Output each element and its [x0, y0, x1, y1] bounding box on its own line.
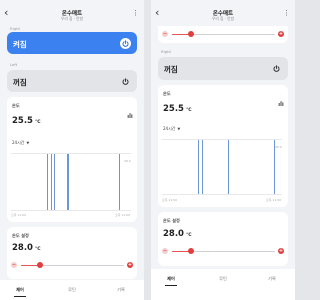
chart-bar [54, 154, 56, 210]
range-label: 24시간 [163, 126, 176, 131]
setpoint-number: 28.0 [163, 229, 184, 239]
page-subtitle: 우리 집 · 안방 [211, 16, 235, 21]
increase-button[interactable]: + [278, 248, 284, 254]
range-selector[interactable]: 24시간 ▼ [163, 126, 180, 132]
setpoint-slider-knob[interactable] [187, 31, 194, 37]
nav-active-indicator [165, 285, 177, 287]
power-icon [273, 65, 280, 72]
setpoint-title: 온도 설정 [12, 233, 29, 238]
right-section-label: Right [161, 49, 171, 54]
temperature-title: 온도 [12, 103, 20, 108]
power-icon [122, 77, 129, 85]
chart-bar [201, 140, 203, 194]
phone-screen-right: ‹ 온수매트 우리 집 · 안방 ⋮ − + Right 꺼짐 온도 25.5 °… [151, 0, 295, 300]
nav-tab-routine[interactable]: 루틴 [57, 287, 87, 293]
chart-gridline [11, 153, 131, 154]
temperature-unit: °C [185, 108, 192, 113]
nav-active-indicator [14, 296, 26, 298]
page-subtitle: 우리 집 · 안방 [60, 16, 84, 21]
temperature-unit: °C [34, 120, 41, 125]
decrease-button[interactable]: − [162, 31, 168, 37]
chart-icon[interactable] [278, 91, 284, 106]
temperature-chart [11, 153, 131, 211]
temperature-card: 온도 25.5 °C 24시간 ▼ 28.0 오후 11:00 오후 11:00 [7, 97, 137, 222]
right-state-text: 켜짐 [13, 40, 27, 49]
power-toggle-button[interactable] [120, 76, 131, 87]
increase-button[interactable]: + [278, 31, 284, 37]
left-power-tile[interactable]: 꺼짐 [7, 70, 137, 92]
more-vertical-icon[interactable]: ⋮ [132, 8, 139, 20]
nav-tab-routine[interactable]: 루틴 [208, 276, 238, 282]
bottom-nav: 제어 루틴 기록 [151, 269, 295, 300]
setpoint-unit: °C [34, 247, 41, 252]
right-section-label: Right [10, 26, 20, 31]
bottom-nav: 제어 루틴 기록 [0, 280, 144, 300]
chart-bar [119, 154, 121, 210]
nav-tab-control[interactable]: 제어 [156, 276, 186, 282]
x-axis-start-label: 오후 11:00 [11, 213, 27, 217]
chart-baseline [11, 210, 131, 211]
y-axis-max-label: 28.0 [124, 159, 131, 163]
chart-bar [47, 154, 49, 210]
caret-down-icon: ▼ [26, 141, 30, 145]
x-axis-start-label: 오후 11:00 [162, 198, 178, 202]
setpoint-unit: °C [185, 233, 192, 238]
chart-bar [50, 154, 52, 210]
right-state-text: 꺼짐 [164, 65, 178, 74]
setpoint-slider-knob[interactable] [187, 248, 194, 254]
temperature-value: 25.5 °C [12, 116, 41, 126]
right-power-tile[interactable]: 켜짐 [7, 32, 137, 54]
y-axis-max-label: 28.0 [275, 145, 282, 149]
setpoint-value: 28.0 °C [12, 243, 41, 253]
x-axis-end-label: 오후 11:00 [266, 198, 282, 202]
x-axis-end-label: 오후 11:00 [115, 213, 131, 217]
chart-bar [67, 154, 69, 210]
temperature-value: 25.5 °C [163, 104, 192, 114]
power-toggle-button[interactable] [271, 63, 282, 74]
power-toggle-button[interactable] [120, 37, 131, 49]
setpoint-slider-knob[interactable] [36, 262, 43, 268]
range-label: 24시간 [12, 140, 25, 145]
chart-baseline [162, 194, 282, 195]
more-vertical-icon[interactable]: ⋮ [283, 8, 290, 20]
decrease-button[interactable]: − [11, 262, 17, 268]
setpoint-number: 28.0 [12, 243, 33, 253]
decrease-button[interactable]: − [162, 248, 168, 254]
right-power-tile[interactable]: 꺼짐 [158, 57, 288, 80]
temperature-number: 25.5 [163, 104, 184, 114]
temperature-chart [162, 139, 282, 195]
chart-bar [228, 140, 230, 194]
setpoint-title: 온도 설정 [163, 218, 180, 223]
caret-down-icon: ▼ [177, 127, 181, 131]
screen-divider [144, 0, 151, 300]
setpoint-card-partial: − + [158, 26, 288, 43]
left-section-label: Left [10, 62, 18, 67]
setpoint-card: 온도 설정 28.0 °C − + [158, 212, 288, 266]
power-icon [122, 39, 129, 47]
temperature-card: 온도 25.5 °C 24시간 ▼ 28.0 오후 11:00 오후 11:00 [158, 85, 288, 207]
left-state-text: 꺼짐 [13, 78, 27, 87]
nav-tab-history[interactable]: 기록 [106, 287, 136, 293]
chart-icon[interactable] [127, 103, 133, 118]
nav-tab-history[interactable]: 기록 [257, 276, 287, 282]
setpoint-value: 28.0 °C [163, 229, 192, 239]
nav-tab-control[interactable]: 제어 [5, 287, 35, 293]
chart-gridline [162, 139, 282, 140]
temperature-number: 25.5 [12, 116, 33, 126]
temperature-title: 온도 [163, 91, 171, 96]
setpoint-card: 온도 설정 28.0 °C − + [7, 227, 137, 279]
increase-button[interactable]: + [127, 262, 133, 268]
phone-screen-left: ‹ 온수매트 우리 집 · 안방 ⋮ Right 켜짐 Left 꺼짐 온도 2… [0, 0, 144, 300]
range-selector[interactable]: 24시간 ▼ [12, 140, 29, 146]
chart-bar [198, 140, 200, 194]
